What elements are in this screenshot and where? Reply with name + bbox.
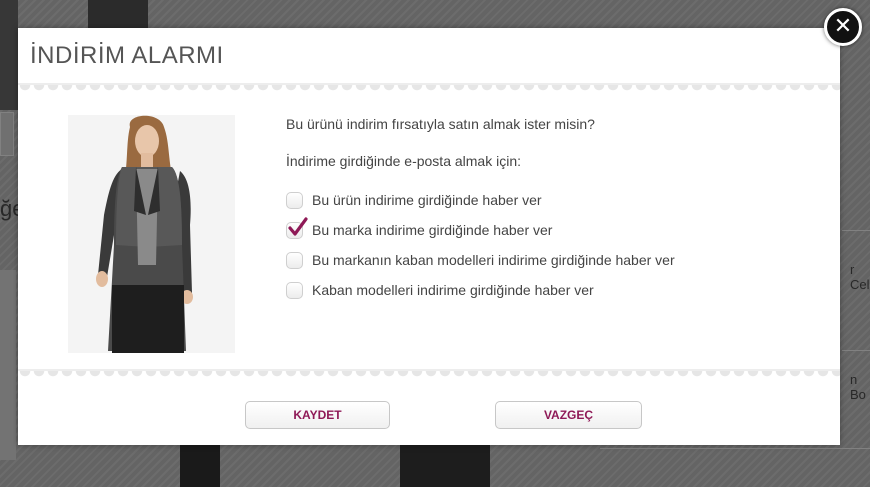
discount-alarm-modal: İNDİRİM ALARMI Bu ürünü indirim fırsatıy… [18,28,840,445]
save-button[interactable]: KAYDET [245,401,390,429]
option-label: Kaban modelleri indirime girdiğinde habe… [312,282,594,298]
option-category-discount[interactable]: Kaban modelleri indirime girdiğinde habe… [286,279,594,301]
checkbox-brand-discount[interactable] [286,216,308,239]
option-product-discount[interactable]: Bu ürün indirime girdiğinde haber ver [286,189,542,211]
option-label: Bu marka indirime girdiğinde haber ver [312,222,553,238]
close-button[interactable]: ✕ [824,8,862,46]
modal-title: İNDİRİM ALARMI [30,42,224,69]
checkbox-product-discount[interactable] [286,191,303,209]
purchase-question: Bu ürünü indirim fırsatıyla satın almak … [286,116,595,132]
checkbox-brand-category-discount[interactable] [286,251,303,269]
option-label: Bu ürün indirime girdiğinde haber ver [312,192,542,208]
product-model-illustration [68,115,235,353]
option-brand-category-discount[interactable]: Bu markanın kaban modelleri indirime gir… [286,249,675,271]
product-image [68,115,235,353]
checkbox-category-discount[interactable] [286,281,303,299]
header-scallop-border [18,85,840,95]
option-label: Bu markanın kaban modelleri indirime gir… [312,252,675,268]
option-brand-discount[interactable]: Bu marka indirime girdiğinde haber ver [286,216,553,241]
email-subtitle: İndirime girdiğinde e-posta almak için: [286,153,521,169]
cancel-button[interactable]: VAZGEÇ [495,401,642,429]
checkmark-icon [288,216,308,236]
modal-header: İNDİRİM ALARMI [18,28,840,86]
close-icon: ✕ [833,14,853,39]
footer-scallop-border [18,371,840,381]
